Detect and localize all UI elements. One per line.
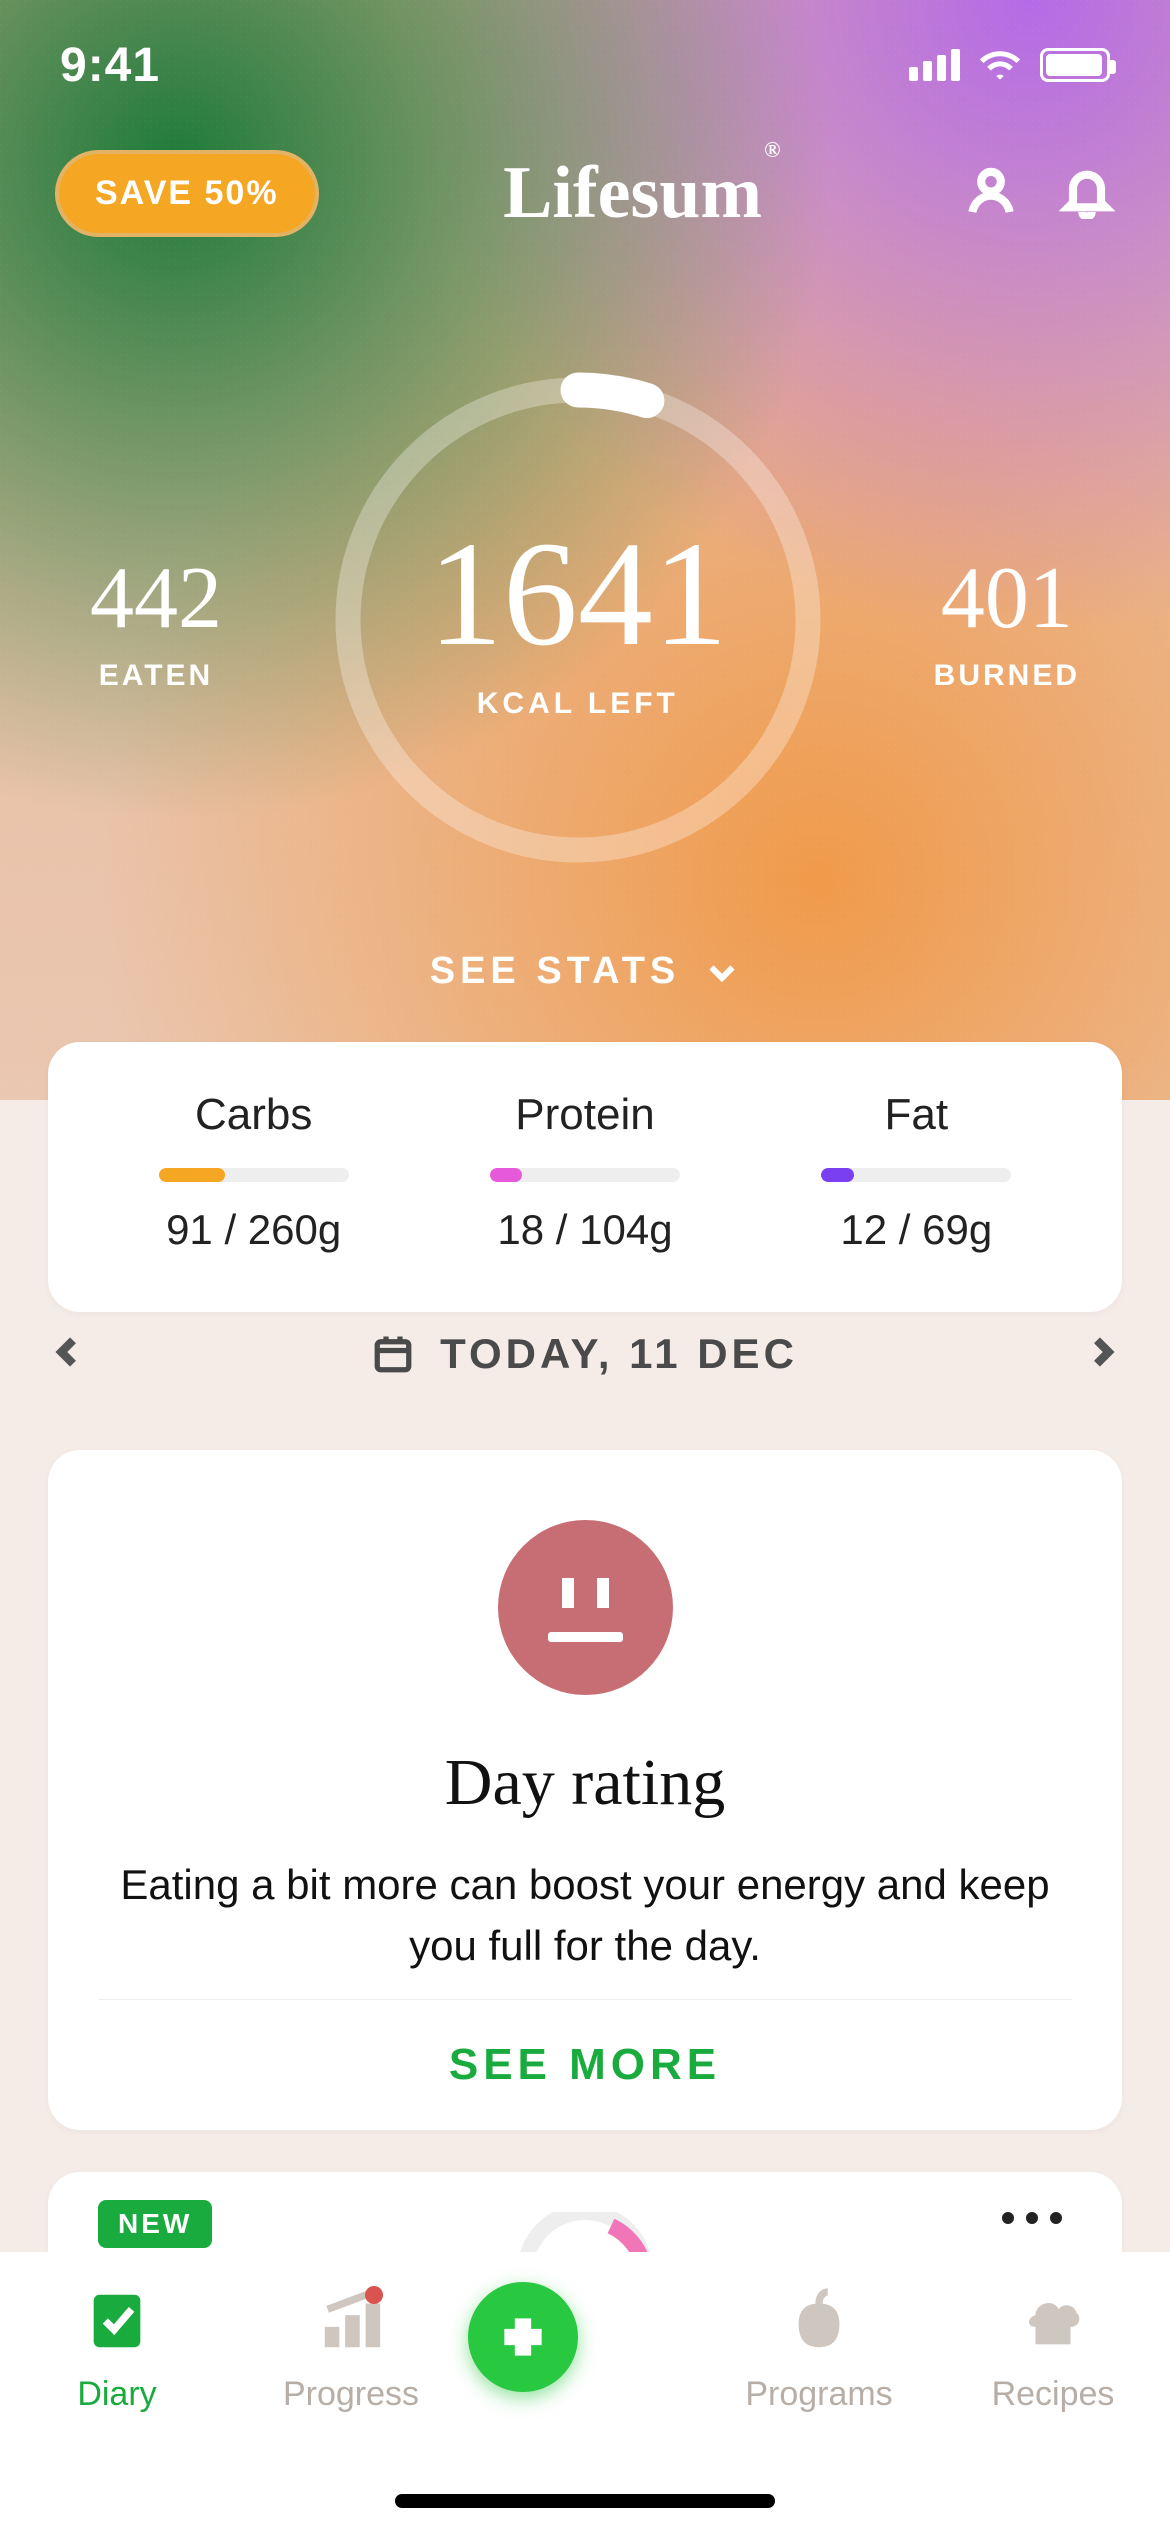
promo-pill[interactable]: SAVE 50% <box>55 150 319 237</box>
tab-label: Recipes <box>936 2375 1170 2414</box>
tab-diary[interactable]: Diary <box>0 2286 234 2414</box>
app-header: SAVE 50% Lifesum® <box>0 150 1170 237</box>
notification-dot-icon <box>365 2286 383 2304</box>
cellular-icon <box>909 49 960 81</box>
tab-add[interactable] <box>468 2286 702 2392</box>
burned-column: 401 BURNED <box>934 548 1080 693</box>
macro-fat: Fat 12 / 69g <box>757 1090 1075 1254</box>
neutral-face-icon <box>498 1520 673 1695</box>
day-rating-body: Eating a bit more can boost your energy … <box>98 1855 1072 1977</box>
date-display[interactable]: TODAY, 11 DEC <box>372 1330 798 1378</box>
status-time: 9:41 <box>60 38 160 93</box>
calorie-summary: 442 EATEN 1641 KCAL LEFT 401 BURNED <box>0 370 1170 870</box>
status-bar: 9:41 <box>0 0 1170 130</box>
bell-icon[interactable] <box>1059 163 1115 224</box>
calorie-ring[interactable]: 1641 KCAL LEFT <box>328 370 828 870</box>
macro-carbs: Carbs 91 / 260g <box>95 1090 413 1254</box>
macro-bar <box>159 1168 349 1182</box>
burned-value: 401 <box>934 548 1080 649</box>
macro-label: Carbs <box>95 1090 413 1140</box>
macro-value: 91 / 260g <box>95 1206 413 1254</box>
tab-label: Progress <box>234 2375 468 2414</box>
eaten-label: EATEN <box>90 659 222 693</box>
see-stats-label: SEE STATS <box>430 950 681 993</box>
eaten-value: 442 <box>90 548 222 649</box>
battery-icon <box>1040 48 1110 82</box>
burned-label: BURNED <box>934 659 1080 693</box>
brand-logo: Lifesum® <box>503 151 778 236</box>
macro-protein: Protein 18 / 104g <box>426 1090 744 1254</box>
add-button[interactable] <box>468 2282 578 2392</box>
macro-label: Protein <box>426 1090 744 1140</box>
kcal-left-value: 1641 <box>428 519 728 669</box>
plus-icon <box>495 2309 551 2365</box>
apple-icon <box>784 2286 854 2356</box>
date-label: TODAY, 11 DEC <box>440 1330 798 1378</box>
see-more-button[interactable]: SEE MORE <box>48 2000 1122 2130</box>
day-rating-card: Day rating Eating a bit more can boost y… <box>48 1450 1122 2130</box>
tab-progress[interactable]: Progress <box>234 2286 468 2414</box>
macro-bar <box>490 1168 680 1182</box>
see-stats-button[interactable]: SEE STATS <box>0 950 1170 993</box>
macro-label: Fat <box>757 1090 1075 1140</box>
more-icon[interactable] <box>1002 2212 1062 2224</box>
prev-day-button[interactable] <box>48 1332 88 1377</box>
tab-bar: Diary Progress Programs Recipes <box>0 2252 1170 2532</box>
home-indicator[interactable] <box>395 2494 775 2508</box>
macro-value: 18 / 104g <box>426 1206 744 1254</box>
day-rating-title: Day rating <box>98 1745 1072 1821</box>
chef-hat-icon <box>1018 2286 1088 2356</box>
tab-label: Programs <box>702 2375 936 2414</box>
new-badge: NEW <box>98 2200 212 2248</box>
kcal-left-label: KCAL LEFT <box>477 687 679 721</box>
hero-background: 9:41 SAVE 50% Lifesum® 442 EATEN <box>0 0 1170 1100</box>
date-navigator: TODAY, 11 DEC <box>48 1330 1122 1378</box>
macro-value: 12 / 69g <box>757 1206 1075 1254</box>
status-indicators <box>909 48 1110 82</box>
next-day-button[interactable] <box>1082 1332 1122 1377</box>
chevron-down-icon <box>704 954 740 990</box>
tab-recipes[interactable]: Recipes <box>936 2286 1170 2414</box>
macro-bar <box>821 1168 1011 1182</box>
profile-icon[interactable] <box>963 163 1019 224</box>
calendar-icon <box>372 1333 414 1375</box>
wifi-icon <box>978 48 1022 82</box>
macros-card[interactable]: Carbs 91 / 260g Protein 18 / 104g Fat 12… <box>48 1042 1122 1312</box>
eaten-column: 442 EATEN <box>90 548 222 693</box>
diary-icon <box>82 2286 152 2356</box>
tab-programs[interactable]: Programs <box>702 2286 936 2414</box>
tab-label: Diary <box>0 2375 234 2414</box>
